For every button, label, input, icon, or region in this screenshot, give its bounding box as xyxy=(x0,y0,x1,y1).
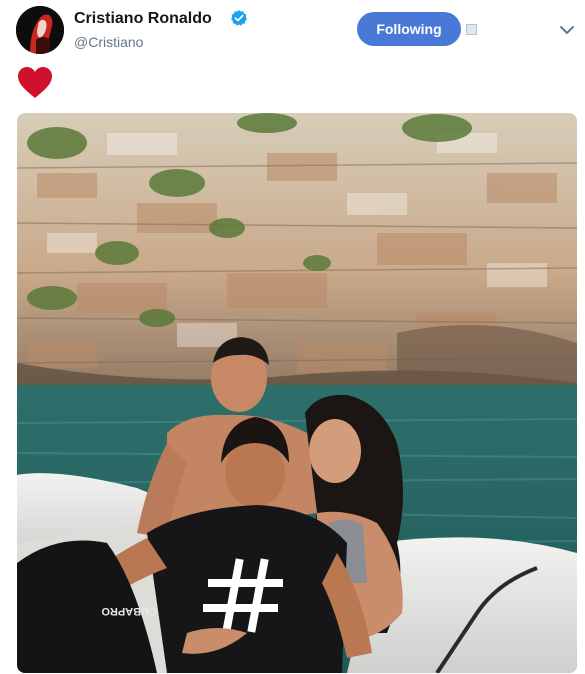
avatar[interactable] xyxy=(16,6,64,54)
verified-badge-icon xyxy=(231,10,247,26)
chevron-down-icon[interactable] xyxy=(559,24,575,36)
tweet-header: Cristiano Ronaldo @Cristiano Following xyxy=(0,0,585,62)
boat-text: CUBAPRO xyxy=(101,605,157,617)
following-button[interactable]: Following xyxy=(357,12,461,46)
tweet-photo[interactable]: CUBAPRO xyxy=(17,113,577,673)
avatar-image xyxy=(16,6,64,54)
more-icon[interactable] xyxy=(466,24,477,35)
photo-scene: CUBAPRO xyxy=(17,113,577,673)
user-handle[interactable]: @Cristiano xyxy=(74,34,143,50)
display-name[interactable]: Cristiano Ronaldo xyxy=(74,10,212,28)
heart-icon xyxy=(18,67,52,98)
